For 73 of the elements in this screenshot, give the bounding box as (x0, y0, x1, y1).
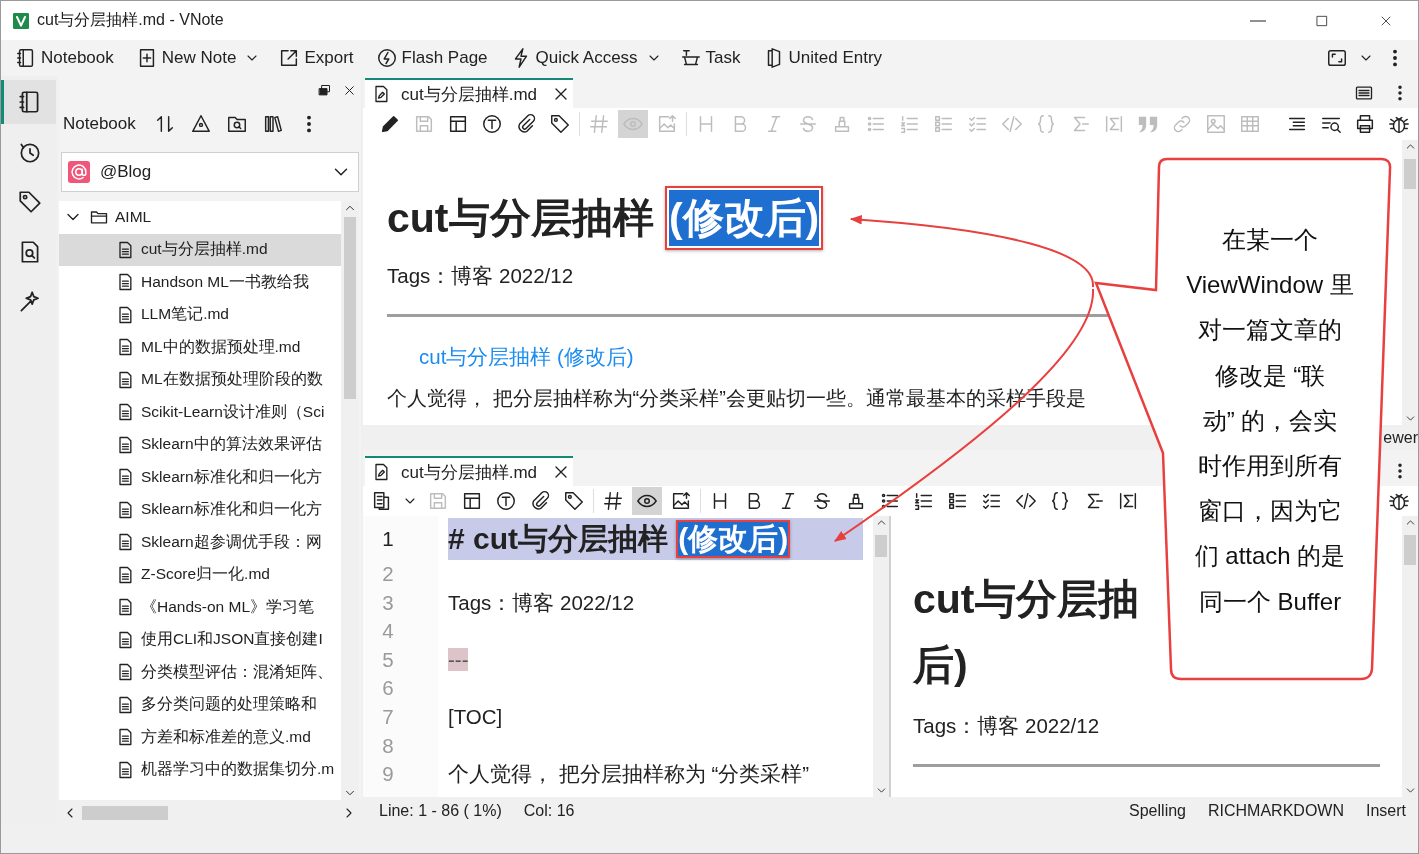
entry-button[interactable]: United Entry (758, 43, 887, 73)
tags-line: Tags：博客 2022/12 (387, 263, 574, 289)
tree-item[interactable]: Scikit-Learn设计准则（Sci (59, 396, 341, 429)
heading: cut与分层抽样 (387, 195, 655, 241)
line-number: 6 (381, 675, 395, 702)
new-note-button[interactable]: New Note (131, 43, 241, 73)
tab-title: ewer (1383, 429, 1418, 447)
column-number: Col: 16 (523, 802, 575, 820)
export-button[interactable]: Export (274, 43, 358, 73)
scrollbar[interactable] (1402, 516, 1418, 797)
code-line: 个人觉得， 把分层抽样称为 “分类采样” (448, 762, 810, 786)
tree-item[interactable]: 多分类问题的处理策略和 (59, 688, 341, 721)
tree-item[interactable]: Sklearn标准化和归一化方 (59, 493, 341, 526)
line-number: 2 (381, 561, 395, 587)
tree-item[interactable]: LLM笔记.md (59, 298, 341, 331)
scrollbar-thumb[interactable] (1404, 535, 1416, 565)
tree-item[interactable]: Sklearn中的算法效果评估 (59, 428, 341, 461)
tag-icon (17, 189, 43, 215)
code-line: Tags：博客 2022/12 (448, 590, 635, 614)
app-icon (13, 12, 29, 29)
scrollbar[interactable] (1402, 140, 1418, 425)
tree-item[interactable]: ML中的数据预处理.md (59, 331, 341, 364)
line-number: 7 (381, 703, 395, 730)
scrollbar-thumb[interactable] (875, 535, 887, 557)
tree-item[interactable]: 使用CLI和JSON直接创建I (59, 623, 341, 656)
editor-tab[interactable]: cut与分层抽样.md (365, 78, 573, 108)
tree-item[interactable]: Sklearn标准化和归一化方 (59, 461, 341, 494)
heading-source: # cut与分层抽样 (448, 522, 670, 555)
tree-item[interactable]: ML在数据预处理阶段的数 (59, 363, 341, 396)
editor-tab[interactable]: cut与分层抽样.md (365, 456, 573, 486)
fullscreen-icon[interactable] (1326, 47, 1348, 69)
scrollbar-thumb[interactable] (82, 805, 168, 820)
float-icon[interactable] (317, 82, 332, 98)
task-button[interactable]: Task (675, 43, 745, 73)
tree-item[interactable]: 机器学习中的数据集切分.m (59, 753, 341, 786)
tree-item[interactable]: 《Hands-on ML》学习笔 (59, 591, 341, 624)
selected-text: (修改后) (678, 522, 789, 556)
notebook-select[interactable]: @Blog (61, 152, 359, 192)
tree-item[interactable]: Z-Score归一化.md (59, 558, 341, 591)
notebook-button[interactable]: Notebook (11, 43, 118, 73)
cursor-position: Line: 1 - 86 ( 1%) (379, 802, 502, 820)
line-number: 3 (381, 589, 395, 616)
notebook-avatar-icon (68, 161, 90, 183)
syntax-mode[interactable]: RICHMARKDOWN (1208, 802, 1344, 820)
tree-item[interactable]: 方差和标准差的意义.md (59, 721, 341, 754)
scrollbar[interactable] (873, 516, 889, 797)
selected-text: (修改后) (668, 190, 820, 246)
minimize-icon (1250, 19, 1266, 22)
tags-line: Tags：博客 2022/12 (913, 713, 1100, 739)
quick-button[interactable]: Quick Access (505, 43, 642, 73)
insert-mode: Insert (1366, 802, 1406, 820)
tree-item[interactable]: Sklearn超参调优手段：网 (59, 526, 341, 559)
line-number: 8 (381, 732, 395, 759)
panel-title: Notebook (63, 114, 136, 134)
heading: 后) (913, 641, 968, 690)
spelling-status[interactable]: Spelling (1129, 802, 1186, 820)
tree-item[interactable]: AIML (59, 201, 341, 234)
callout-text: 在某一个 ViewWindow 里 对一篇文章的 修改是 “联 动” 的，会实 时作用到所有 窗口，因为它 们 attach 的是 同一个 Buffer (1185, 225, 1355, 617)
tree-item[interactable]: Handson ML一书教给我 (59, 266, 341, 299)
code-line: [TOC] (448, 704, 503, 728)
scrollbar-thumb[interactable] (1404, 159, 1416, 189)
lightning-circle-icon (375, 47, 398, 69)
line-number: 1 (381, 526, 395, 552)
tree-item[interactable]: cut与分层抽样.md (59, 233, 341, 266)
scrollbar-thumb[interactable] (344, 217, 356, 399)
tree-item[interactable]: 分类模型评估：混淆矩阵、 (59, 656, 341, 689)
window-title: cut与分层抽样.md - VNote (37, 10, 225, 30)
line-number: 4 (381, 618, 395, 645)
flash-button[interactable]: Flash Page (371, 43, 492, 73)
heading: cut与分层抽 (913, 575, 1139, 624)
line-number: 9 (381, 761, 395, 788)
activity-button[interactable] (1, 80, 56, 124)
line-number: 5 (381, 646, 395, 673)
